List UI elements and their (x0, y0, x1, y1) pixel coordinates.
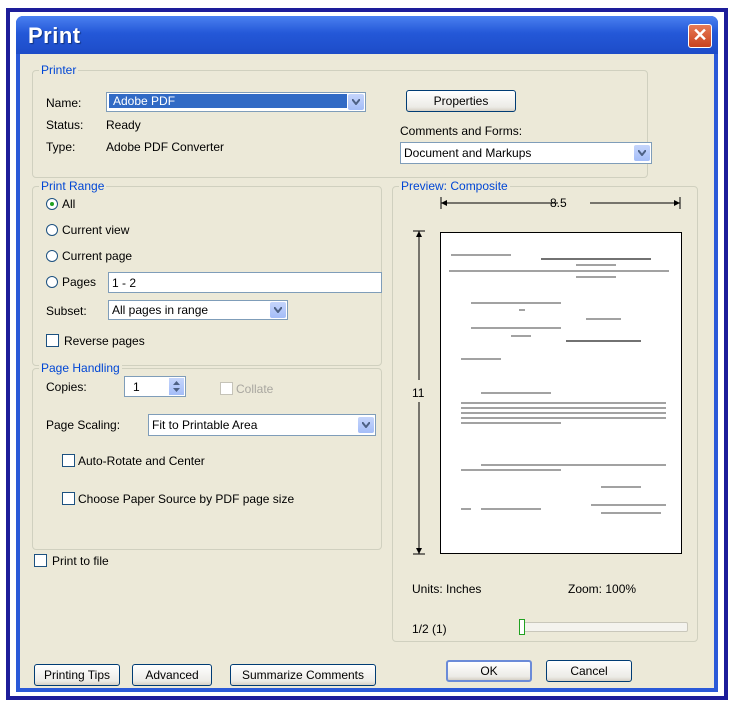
preview-legend: Preview: Composite (399, 179, 510, 193)
page-indicator: 1/2 (1) (412, 622, 447, 636)
collate-checkbox[interactable] (220, 382, 233, 395)
width-dimension-label: 8.5 (550, 196, 567, 210)
copies-value: 1 (133, 380, 140, 394)
comments-forms-value: Document and Markups (404, 146, 532, 160)
print-to-file-label[interactable]: Print to file (52, 554, 109, 568)
close-button[interactable]: ✕ (688, 24, 712, 48)
pages-input-value: 1 - 2 (112, 276, 137, 290)
close-icon: ✕ (692, 25, 708, 45)
document-preview-image (449, 254, 669, 514)
type-value: Adobe PDF Converter (106, 140, 225, 154)
printer-legend: Printer (39, 63, 79, 77)
copies-stepper[interactable]: 1 (124, 376, 186, 397)
reverse-pages-label[interactable]: Reverse pages (64, 334, 145, 348)
comments-forms-select[interactable]: Document and Markups (400, 142, 652, 164)
page-scaling-select[interactable]: Fit to Printable Area (148, 414, 376, 436)
chevron-down-icon[interactable] (634, 145, 650, 161)
print-to-file-checkbox[interactable] (34, 554, 47, 567)
status-value: Ready (106, 118, 141, 132)
print-range-legend: Print Range (39, 179, 107, 193)
units-label: Units: Inches (412, 582, 482, 596)
advanced-button[interactable]: Advanced (132, 664, 212, 686)
zoom-label: Zoom: 100% (568, 582, 637, 596)
radio-all-label[interactable]: All (62, 197, 75, 211)
chevron-down-icon[interactable] (358, 417, 374, 433)
paper-source-label[interactable]: Choose Paper Source by PDF page size (78, 492, 294, 506)
subset-select[interactable]: All pages in range (108, 300, 288, 320)
radio-pages-label[interactable]: Pages (62, 275, 96, 289)
print-dialog: Print ✕ Printer Name: Adobe PDF Status: … (16, 16, 718, 692)
auto-rotate-label[interactable]: Auto-Rotate and Center (78, 454, 205, 468)
slider-thumb[interactable] (519, 619, 525, 635)
stepper-arrows-icon[interactable] (169, 378, 184, 395)
cancel-button[interactable]: Cancel (546, 660, 632, 682)
title-bar[interactable]: Print ✕ (16, 16, 718, 54)
paper-source-checkbox[interactable] (62, 492, 75, 505)
radio-pages[interactable] (46, 276, 58, 288)
preview-page-slider[interactable] (519, 619, 688, 635)
auto-rotate-checkbox[interactable] (62, 454, 75, 467)
properties-button[interactable]: Properties (406, 90, 516, 112)
type-label: Type: (46, 140, 76, 154)
subset-label: Subset: (46, 304, 87, 318)
collate-label: Collate (236, 382, 274, 396)
chevron-down-icon[interactable] (348, 94, 364, 110)
copies-label: Copies: (46, 380, 87, 394)
printing-tips-button[interactable]: Printing Tips (34, 664, 120, 686)
dialog-body: Printer Name: Adobe PDF Status: Ready Ty… (20, 54, 714, 688)
comments-forms-label: Comments and Forms: (400, 124, 523, 138)
page-handling-legend: Page Handling (39, 361, 122, 375)
chevron-down-icon[interactable] (270, 302, 286, 318)
name-label: Name: (46, 96, 82, 110)
reverse-pages-checkbox[interactable] (46, 334, 59, 347)
printer-name-value: Adobe PDF (109, 94, 347, 108)
height-dimension-label: 11 (412, 386, 425, 400)
ok-button[interactable]: OK (446, 660, 532, 682)
radio-current-view-label[interactable]: Current view (62, 223, 129, 237)
radio-all[interactable] (46, 198, 58, 210)
summarize-comments-button[interactable]: Summarize Comments (230, 664, 376, 686)
subset-value: All pages in range (112, 303, 209, 317)
radio-current-page[interactable] (46, 250, 58, 262)
status-label: Status: (46, 118, 84, 132)
page-scaling-value: Fit to Printable Area (152, 418, 258, 432)
preview-page-thumbnail (440, 232, 682, 554)
radio-current-view[interactable] (46, 224, 58, 236)
pages-input[interactable]: 1 - 2 (108, 272, 382, 293)
page-scaling-label: Page Scaling: (46, 418, 121, 432)
radio-current-page-label[interactable]: Current page (62, 249, 132, 263)
printer-name-select[interactable]: Adobe PDF (106, 92, 366, 112)
dialog-title: Print (28, 23, 81, 48)
